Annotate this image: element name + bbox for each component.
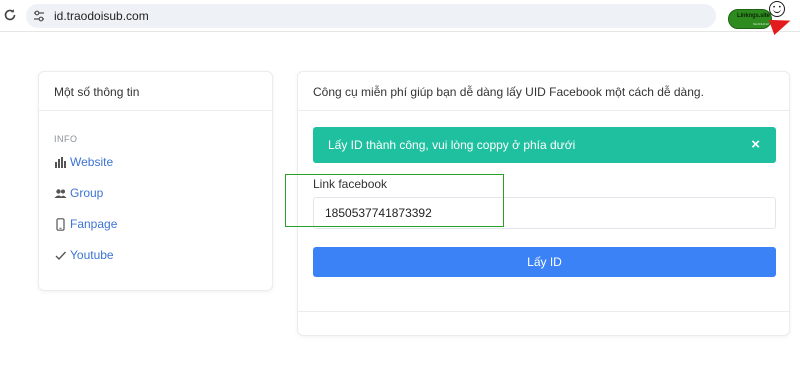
check-icon <box>54 249 67 262</box>
info-section-label: INFO <box>54 134 78 144</box>
success-alert: Lấy ID thành công, vui lòng coppy ở phía… <box>313 127 776 163</box>
browser-toolbar: id.traodoisub.com Linkngs.site NHANHCHI … <box>0 0 800 35</box>
arrow-icon <box>768 13 794 35</box>
link-facebook-label: Link facebook <box>313 177 388 191</box>
info-card: Một số thông tin INFO Website Group Fanp… <box>38 71 273 291</box>
divider <box>39 110 272 111</box>
nav-label-fanpage: Fanpage <box>70 217 118 231</box>
uid-tool-card: Công cụ miễn phí giúp bạn dễ dàng lấy UI… <box>297 71 790 336</box>
nav-label-website: Website <box>70 155 114 169</box>
tool-card-title: Công cụ miễn phí giúp bạn dễ dàng lấy UI… <box>313 85 704 99</box>
link-facebook-input[interactable] <box>313 197 776 229</box>
extension-sublabel: NHANHCHI <box>753 22 769 26</box>
divider <box>298 110 789 111</box>
url-text: id.traodoisub.com <box>54 9 149 23</box>
site-settings-icon[interactable] <box>32 9 46 23</box>
info-card-title: Một số thông tin <box>54 85 140 99</box>
phone-icon <box>54 217 67 231</box>
close-icon[interactable]: × <box>751 136 760 154</box>
extension-badge[interactable]: Linkngs.site NHANHCHI <box>728 9 772 29</box>
nav-item-fanpage[interactable]: Fanpage <box>54 216 117 232</box>
nav-item-youtube[interactable]: Youtube <box>54 247 114 263</box>
reload-icon[interactable] <box>2 8 18 24</box>
nav-item-group[interactable]: Group <box>54 185 103 201</box>
alert-message: Lấy ID thành công, vui lòng coppy ở phía… <box>328 138 576 152</box>
nav-item-website[interactable]: Website <box>54 154 113 170</box>
divider <box>298 311 789 312</box>
extension-label: Linkngs.site <box>737 13 770 19</box>
nav-label-youtube: Youtube <box>70 248 114 262</box>
group-icon <box>54 187 67 200</box>
bar-chart-icon <box>54 156 67 169</box>
nav-label-group: Group <box>70 186 104 200</box>
get-id-button[interactable]: Lấy ID <box>313 247 776 277</box>
address-bar[interactable]: id.traodoisub.com <box>26 4 716 28</box>
